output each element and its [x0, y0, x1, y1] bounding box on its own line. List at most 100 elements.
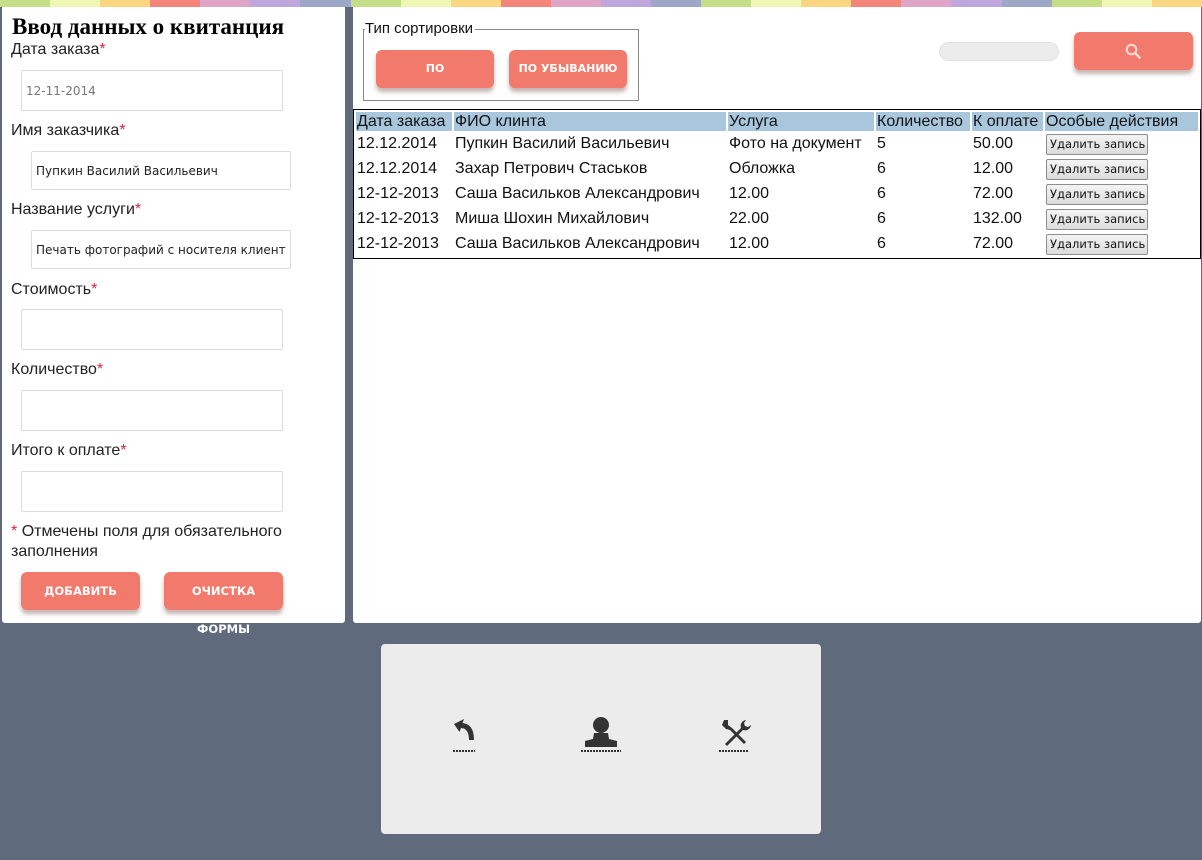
receipts-table: Дата заказа ФИО клинта Услуга Количество… — [353, 109, 1201, 259]
cell-service: 12.00 — [729, 185, 770, 202]
cell-payment: 72.00 — [973, 185, 1014, 202]
stripe-segment — [200, 0, 251, 7]
cell-service: Фото на документ — [729, 135, 862, 152]
cell-quantity: 6 — [877, 210, 886, 227]
cell-service: Обложка — [729, 160, 796, 177]
price-label: Стоимость* — [11, 281, 98, 298]
stripe-segment — [50, 0, 101, 7]
color-stripe — [0, 0, 1202, 7]
search-button[interactable] — [1074, 32, 1193, 70]
cell-date: 12-12-2013 — [357, 185, 439, 202]
order-date-label: Дата заказа* — [11, 41, 106, 58]
stripe-segment — [250, 0, 301, 7]
sort-ascending-button[interactable]: ПО ВОЗРАСТАНИЮ — [376, 50, 494, 113]
column-header-quantity: Количество — [876, 112, 970, 131]
stripe-segment — [350, 0, 401, 7]
form-title: Ввод данных о квитанция — [12, 14, 285, 39]
service-name-input[interactable] — [31, 230, 291, 269]
cell-date: 12-12-2013 — [357, 235, 439, 252]
stripe-segment — [1151, 0, 1202, 7]
stripe-segment — [500, 0, 551, 7]
total-input[interactable] — [21, 471, 283, 512]
stripe-segment — [901, 0, 952, 7]
cell-quantity: 6 — [877, 185, 886, 202]
search-icon — [1125, 43, 1141, 59]
user-icon[interactable] — [581, 716, 621, 752]
stripe-segment — [100, 0, 151, 7]
cell-service: 12.00 — [729, 235, 770, 252]
stripe-segment — [851, 0, 902, 7]
sort-descending-button[interactable]: ПО УБЫВАНИЮ — [509, 50, 627, 88]
cell-date: 12.12.2014 — [357, 135, 438, 152]
stripe-segment — [150, 0, 201, 7]
navigation-card — [381, 644, 821, 834]
cell-actions: Удалить запись — [1045, 133, 1198, 156]
table-row: 12.12.2014 Пупкин Василий Васильевич Фот… — [356, 133, 1198, 156]
add-button[interactable]: ДОБАВИТЬ — [21, 572, 140, 610]
cell-client: Миша Шохин Михайлович — [455, 210, 650, 227]
cell-payment: 132.00 — [973, 210, 1022, 227]
stripe-segment — [801, 0, 852, 7]
stripe-segment — [450, 0, 501, 7]
stripe-segment — [651, 0, 702, 7]
cell-date: 12-12-2013 — [357, 210, 439, 227]
cell-client: Пупкин Василий Васильевич — [455, 135, 670, 152]
cell-date: 12.12.2014 — [357, 160, 438, 177]
cell-actions: Удалить запись — [1045, 183, 1198, 206]
column-header-date: Дата заказа — [356, 112, 452, 131]
back-arrow-icon[interactable] — [447, 716, 487, 752]
order-date-input[interactable] — [21, 70, 283, 111]
column-header-payment: К оплате — [972, 112, 1043, 131]
stripe-segment — [550, 0, 601, 7]
cell-payment: 50.00 — [973, 135, 1014, 152]
customer-name-input[interactable] — [31, 151, 291, 190]
table-row: 12-12-2013 Миша Шохин Михайлович 22.00 6… — [356, 208, 1198, 231]
stripe-segment — [1001, 0, 1052, 7]
delete-record-button[interactable]: Удалить запись — [1046, 158, 1148, 180]
column-header-service: Услуга — [728, 112, 874, 131]
search-input[interactable] — [939, 42, 1059, 61]
receipt-form-panel: Ввод данных о квитанция Дата заказа* Имя… — [2, 7, 345, 636]
stripe-segment — [951, 0, 1002, 7]
sort-type-group: Тип сортировки ПО ВОЗРАСТАНИЮ ПО УБЫВАНИ… — [363, 21, 639, 113]
service-name-label: Название услуги* — [11, 201, 142, 218]
clear-form-button[interactable]: ОЧИСТКА ФОРМЫ — [164, 572, 283, 636]
stripe-segment — [1051, 0, 1102, 7]
price-input[interactable] — [21, 309, 283, 350]
cell-quantity: 6 — [877, 160, 886, 177]
stripe-segment — [1101, 0, 1152, 7]
required-fields-note: * Отмечены поля для обязательного заполн… — [11, 523, 282, 560]
tools-icon[interactable] — [715, 716, 755, 752]
column-header-actions: Особые действия — [1045, 112, 1198, 131]
records-panel: Тип сортировки ПО ВОЗРАСТАНИЮ ПО УБЫВАНИ… — [353, 7, 1201, 623]
cell-payment: 12.00 — [973, 160, 1014, 177]
delete-record-button[interactable]: Удалить запись — [1046, 183, 1148, 205]
delete-record-button[interactable]: Удалить запись — [1046, 133, 1148, 155]
cell-actions: Удалить запись — [1045, 208, 1198, 231]
column-header-client: ФИО клинта — [454, 112, 726, 131]
table-row: 12-12-2013 Саша Васильков Александрович … — [356, 233, 1198, 256]
cell-actions: Удалить запись — [1045, 233, 1198, 256]
table-row: 12.12.2014 Захар Петрович Стаськов Облож… — [356, 158, 1198, 181]
customer-name-label: Имя заказчика* — [11, 122, 126, 139]
stripe-segment — [751, 0, 802, 7]
delete-record-button[interactable]: Удалить запись — [1046, 233, 1148, 255]
sort-type-legend: Тип сортировки — [365, 20, 476, 37]
total-label: Итого к оплате* — [11, 442, 127, 459]
cell-quantity: 5 — [877, 135, 886, 152]
cell-client: Саша Васильков Александрович — [455, 235, 700, 252]
table-header-row: Дата заказа ФИО клинта Услуга Количество… — [356, 112, 1198, 131]
stripe-segment — [0, 0, 51, 7]
cell-client: Саша Васильков Александрович — [455, 185, 700, 202]
stripe-segment — [400, 0, 451, 7]
table-row: 12-12-2013 Саша Васильков Александрович … — [356, 183, 1198, 206]
cell-payment: 72.00 — [973, 235, 1014, 252]
delete-record-button[interactable]: Удалить запись — [1046, 208, 1148, 230]
cell-actions: Удалить запись — [1045, 158, 1198, 181]
stripe-segment — [701, 0, 752, 7]
quantity-input[interactable] — [21, 390, 283, 431]
cell-service: 22.00 — [729, 210, 770, 227]
cell-quantity: 6 — [877, 235, 886, 252]
quantity-label: Количество* — [11, 361, 104, 378]
cell-client: Захар Петрович Стаськов — [455, 160, 648, 177]
